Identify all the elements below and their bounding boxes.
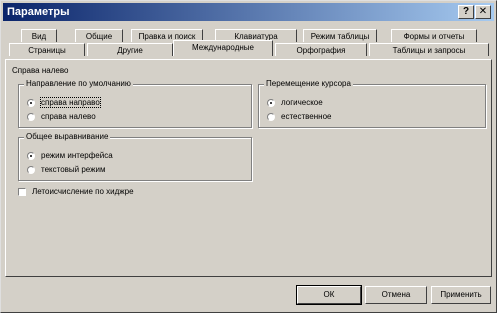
section-title: Справа налево (12, 66, 69, 75)
rtl-label[interactable]: справа направо (40, 97, 101, 108)
text-mode-radio[interactable] (27, 166, 35, 174)
text-mode-label[interactable]: текстовый режим (41, 165, 105, 174)
tab-spelling[interactable]: Орфография (275, 43, 367, 56)
visual-radio[interactable] (267, 113, 275, 121)
direction-legend: Направление по умолчанию (24, 79, 133, 88)
alignment-legend: Общее выравнивание (24, 132, 111, 141)
logical-radio[interactable] (267, 99, 275, 107)
tab-international[interactable]: Международные (173, 40, 273, 56)
close-icon[interactable]: ✕ (475, 5, 491, 19)
cursor-group: Перемещение курсора логическое естествен… (258, 79, 486, 128)
ltr-label[interactable]: справа налево (41, 112, 96, 121)
tab-view[interactable]: Вид (21, 29, 57, 42)
cancel-button[interactable]: Отмена (365, 286, 427, 304)
hijri-label[interactable]: Летоисчисление по хиджре (32, 187, 134, 196)
ltr-radio[interactable] (27, 113, 35, 121)
direction-group: Направление по умолчанию справа направо … (18, 79, 252, 128)
visual-label[interactable]: естественное (281, 112, 331, 121)
ok-button[interactable]: ОК (296, 285, 362, 305)
tab-general[interactable]: Общие (75, 29, 123, 42)
rtl-radio[interactable] (27, 99, 35, 107)
options-dialog: Параметры ? ✕ Вид Общие Правка и поиск К… (0, 0, 497, 313)
apply-button[interactable]: Применить (431, 286, 491, 304)
tab-other[interactable]: Другие (87, 43, 173, 56)
interface-mode-radio[interactable] (27, 152, 35, 160)
hijri-checkbox[interactable] (18, 188, 26, 196)
window-title: Параметры (7, 6, 70, 18)
tab-forms-reports[interactable]: Формы и отчеты (391, 29, 477, 42)
alignment-group: Общее выравнивание режим интерфейса текс… (18, 132, 252, 181)
help-button[interactable]: ? (458, 5, 474, 19)
interface-mode-label[interactable]: режим интерфейса (41, 151, 113, 160)
cursor-legend: Перемещение курсора (264, 79, 353, 88)
international-panel: Справа налево Направление по умолчанию с… (5, 59, 492, 277)
tab-datasheet[interactable]: Режим таблицы (303, 29, 377, 42)
tab-tables-queries[interactable]: Таблицы и запросы (369, 43, 489, 56)
title-bar[interactable]: Параметры ? ✕ (3, 3, 494, 21)
logical-label[interactable]: логическое (281, 98, 323, 107)
tab-pages[interactable]: Страницы (9, 43, 85, 56)
